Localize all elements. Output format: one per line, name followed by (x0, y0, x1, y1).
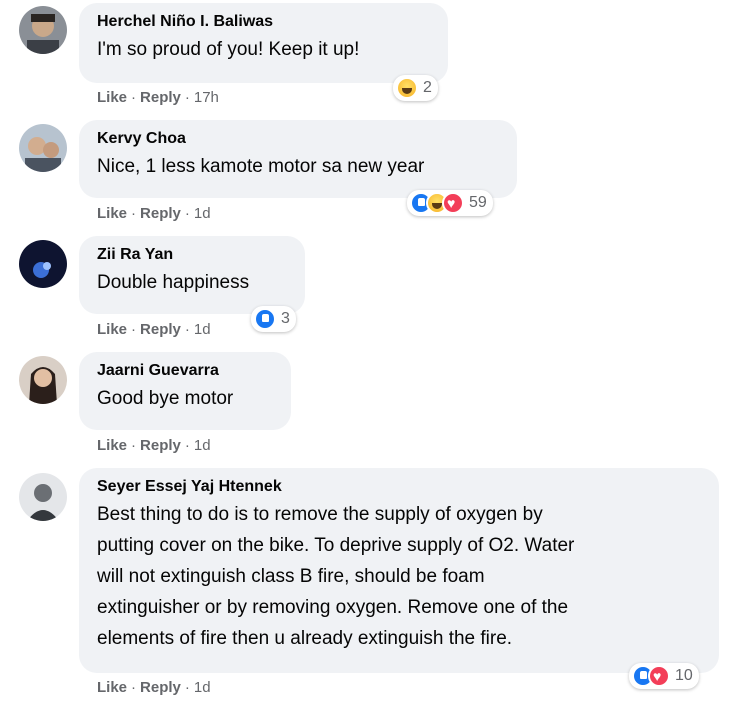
timestamp[interactable]: 1d (194, 205, 211, 222)
comment-bubble: Kervy Choa Nice, 1 less kamote motor sa … (79, 120, 517, 198)
separator: · (184, 89, 190, 106)
timestamp[interactable]: 17h (194, 89, 219, 106)
like-link[interactable]: Like (97, 205, 127, 222)
comment-author[interactable]: Jaarni Guevarra (97, 361, 273, 381)
comment-actions: Like · Reply · 17h (97, 89, 219, 107)
like-reaction-icon (254, 308, 276, 330)
reaction-count: 10 (675, 667, 693, 684)
like-link[interactable]: Like (97, 89, 127, 106)
reply-link[interactable]: Reply (140, 437, 181, 454)
reply-link[interactable]: Reply (140, 89, 181, 106)
separator: · (131, 89, 137, 106)
comment-text-line: elements of fire then u already extingui… (97, 628, 513, 649)
avatar[interactable] (19, 6, 67, 54)
comment-bubble: Seyer Essej Yaj Htennek Best thing to do… (79, 468, 719, 673)
reaction-count: 2 (423, 79, 432, 96)
reply-link[interactable]: Reply (140, 679, 181, 696)
separator: · (131, 437, 137, 454)
reply-link[interactable]: Reply (140, 205, 181, 222)
timestamp[interactable]: 1d (194, 321, 211, 338)
love-icon (648, 665, 670, 687)
comment-text-line: will not extinguish class B fire, should… (97, 566, 485, 587)
reaction-summary[interactable]: 59 (407, 190, 493, 216)
reply-link[interactable]: Reply (140, 321, 181, 338)
comment-text: Double happiness (97, 272, 250, 293)
comment-text-line: Best thing to do is to remove the supply… (97, 504, 543, 525)
separator: · (131, 679, 137, 696)
comment-text: Nice, 1 less kamote motor sa new year (97, 156, 425, 177)
comment-author[interactable]: Seyer Essej Yaj Htennek (97, 477, 701, 497)
comment-text-line: putting cover on the bike. To deprive su… (97, 535, 575, 556)
like-link[interactable]: Like (97, 679, 127, 696)
comment-bubble: Jaarni Guevarra Good bye motor (79, 352, 291, 430)
avatar[interactable] (19, 473, 67, 521)
haha-icon (396, 77, 418, 99)
reaction-summary[interactable]: 2 (393, 75, 438, 101)
love-icon (442, 192, 464, 214)
comment-text: Good bye motor (97, 388, 234, 409)
separator: · (184, 205, 190, 222)
comment-bubble: Herchel Niño I. Baliwas I'm so proud of … (79, 3, 448, 83)
comment-actions: Like · Reply · 1d (97, 321, 211, 339)
comment-author[interactable]: Herchel Niño I. Baliwas (97, 12, 430, 32)
timestamp[interactable]: 1d (194, 679, 211, 696)
separator: · (184, 437, 190, 454)
timestamp[interactable]: 1d (194, 437, 211, 454)
avatar[interactable] (19, 240, 67, 288)
comment-actions: Like · Reply · 1d (97, 679, 211, 697)
reaction-summary[interactable]: 10 (629, 663, 699, 689)
comment-text-line: extinguisher or by removing oxygen. Remo… (97, 597, 569, 618)
comment-bubble: Zii Ra Yan Double happiness (79, 236, 305, 314)
comment-text: I'm so proud of you! Keep it up! (97, 39, 360, 60)
separator: · (184, 321, 190, 338)
comment-actions: Like · Reply · 1d (97, 205, 211, 223)
reaction-summary[interactable]: 3 (251, 306, 296, 332)
like-link[interactable]: Like (97, 437, 127, 454)
like-link[interactable]: Like (97, 321, 127, 338)
avatar[interactable] (19, 356, 67, 404)
separator: · (131, 321, 137, 338)
comment-author[interactable]: Zii Ra Yan (97, 245, 287, 265)
reaction-count: 3 (281, 310, 290, 327)
separator: · (184, 679, 190, 696)
separator: · (131, 205, 137, 222)
comment-author[interactable]: Kervy Choa (97, 129, 499, 149)
reaction-count: 59 (469, 194, 487, 211)
comment-text: Best thing to do is to remove the supply… (97, 499, 701, 654)
comment-actions: Like · Reply · 1d (97, 437, 211, 455)
avatar[interactable] (19, 124, 67, 172)
